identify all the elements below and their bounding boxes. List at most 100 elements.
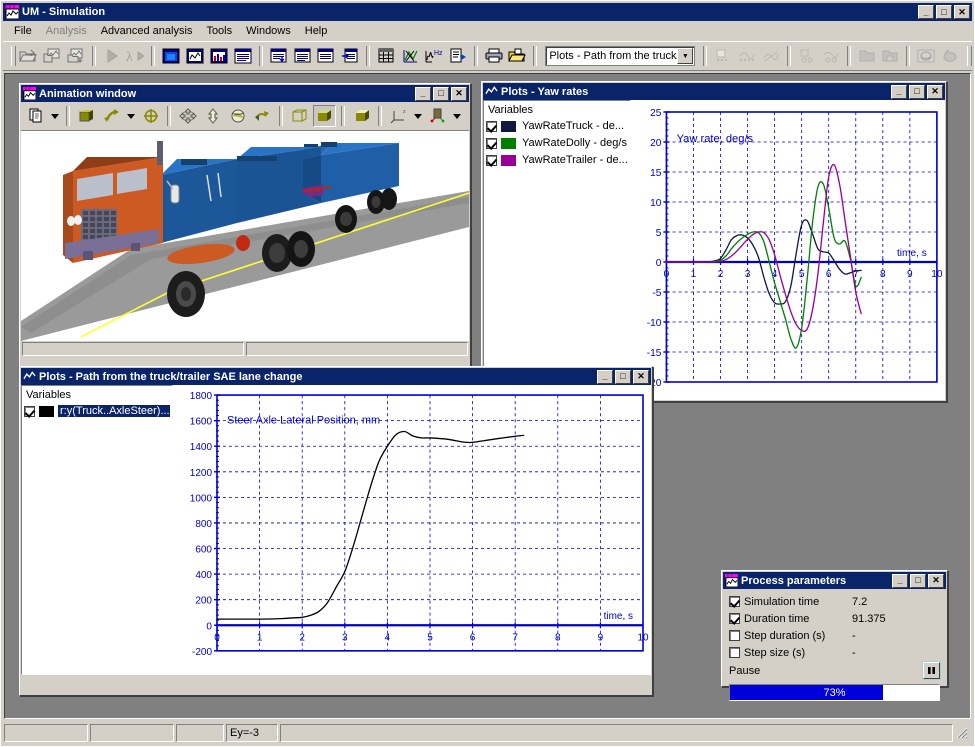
path-var-0-label[interactable]: r:y(Truck..AxleSteer)...: [58, 405, 170, 417]
path-minimize-button[interactable]: _: [597, 370, 613, 384]
table-window-icon[interactable]: [232, 45, 254, 67]
yaw-minimize-button[interactable]: _: [891, 85, 907, 99]
rotate-icon[interactable]: [226, 105, 249, 127]
scene-save-icon[interactable]: [879, 45, 901, 67]
copy-image-dropdown-icon[interactable]: [49, 105, 61, 127]
animation-minimize-button[interactable]: _: [415, 87, 431, 101]
minimize-button[interactable]: _: [918, 5, 934, 19]
axes-icon[interactable]: z: [387, 105, 410, 127]
animation-close-button[interactable]: ✕: [451, 87, 467, 101]
list-item[interactable]: YawRateDolly - deg/s: [486, 135, 628, 151]
menu-item-tools[interactable]: Tools: [199, 23, 239, 39]
statistics-icon[interactable]: [399, 45, 421, 67]
svg-text:3: 3: [745, 269, 751, 280]
yaw-var-1-checkbox[interactable]: [486, 138, 497, 149]
print-icon[interactable]: [483, 45, 505, 67]
animation-window-icon[interactable]: [160, 45, 182, 67]
list-item[interactable]: r:y(Truck..AxleSteer)...: [24, 403, 170, 419]
pan-icon[interactable]: [176, 105, 199, 127]
list-item[interactable]: YawRateTruck - de...: [486, 118, 628, 134]
animation-status-cell-2: [246, 342, 468, 356]
variable-import-icon[interactable]: [268, 45, 290, 67]
active-window-combo[interactable]: Plots - Path from the truck/t ▼: [545, 46, 695, 66]
animation-viewport[interactable]: [21, 131, 469, 341]
menu-item-file[interactable]: File: [7, 23, 39, 39]
pp-row-step-size[interactable]: Step size (s) -: [729, 644, 940, 661]
pp-step-size-checkbox[interactable]: [729, 647, 740, 658]
path-var-0-checkbox[interactable]: [24, 406, 35, 417]
menu-item-advanced-analysis[interactable]: Advanced analysis: [94, 23, 200, 39]
lighting-icon[interactable]: [426, 105, 449, 127]
close-button[interactable]: ✕: [954, 5, 970, 19]
bar-plot-window-icon[interactable]: [208, 45, 230, 67]
pp-row-duration-time[interactable]: Duration time 91.375: [729, 610, 940, 627]
steer-axle-path-chart[interactable]: -200020040060080010001200140016001800012…: [173, 385, 651, 675]
svg-text:8: 8: [555, 632, 561, 643]
menu-item-windows[interactable]: Windows: [239, 23, 298, 39]
axes-dropdown-icon[interactable]: [412, 105, 424, 127]
pp-row-simulation-time[interactable]: Simulation time 7.2: [729, 593, 940, 610]
yaw-var-2-checkbox[interactable]: [486, 155, 497, 166]
center-target-icon[interactable]: [139, 105, 162, 127]
yaw-var-2-label[interactable]: YawRateTrailer - de...: [520, 154, 628, 166]
copy-image-icon[interactable]: [24, 105, 47, 127]
save-object-icon[interactable]: [65, 45, 87, 67]
toolbar-grip-right[interactable]: [967, 46, 972, 66]
open-object-icon[interactable]: [41, 45, 63, 67]
rail-profile-icon[interactable]: [796, 45, 818, 67]
report-run-icon[interactable]: [447, 45, 469, 67]
pp-duration-time-checkbox[interactable]: [729, 613, 740, 624]
path-maximize-button[interactable]: □: [615, 370, 631, 384]
animation-maximize-button[interactable]: □: [433, 87, 449, 101]
camera-icon[interactable]: [915, 45, 937, 67]
render-mode-icon[interactable]: [100, 105, 123, 127]
yaw-rates-title: Plots - Yaw rates: [501, 86, 891, 98]
pp-step-duration-checkbox[interactable]: [729, 630, 740, 641]
rail-irregularity-icon[interactable]: [820, 45, 842, 67]
yaw-var-0-label[interactable]: YawRateTruck - de...: [520, 120, 626, 132]
resize-grip[interactable]: [955, 726, 969, 740]
lighting-dropdown-icon[interactable]: [451, 105, 463, 127]
yaw-var-0-checkbox[interactable]: [486, 121, 497, 132]
render-solid-icon[interactable]: [75, 105, 98, 127]
variable-export-icon[interactable]: [339, 45, 361, 67]
table-grid-icon[interactable]: [375, 45, 397, 67]
road-macro-icon[interactable]: [736, 45, 758, 67]
print-preview-icon[interactable]: [506, 45, 528, 67]
yaw-close-button[interactable]: ✕: [927, 85, 943, 99]
run-simulation-icon[interactable]: [101, 45, 123, 67]
chevron-down-icon[interactable]: ▼: [677, 48, 693, 64]
menu-item-help[interactable]: Help: [298, 23, 335, 39]
path-close-button[interactable]: ✕: [633, 370, 649, 384]
yaw-rates-window: Plots - Yaw rates _ □ ✕ Variables YawRat…: [481, 81, 947, 402]
lambda-run-icon[interactable]: λ: [124, 45, 146, 67]
yaw-maximize-button[interactable]: □: [909, 85, 925, 99]
vertical-move-icon[interactable]: [201, 105, 224, 127]
pp-maximize-button[interactable]: □: [910, 574, 926, 588]
pp-minimize-button[interactable]: _: [892, 574, 908, 588]
variable-list2-icon[interactable]: [315, 45, 337, 67]
yaw-var-1-label[interactable]: YawRateDolly - deg/s: [520, 137, 628, 149]
scene-open-icon[interactable]: [856, 45, 878, 67]
pause-button[interactable]: [923, 662, 940, 679]
plot-window-icon[interactable]: [184, 45, 206, 67]
variable-list-icon[interactable]: [292, 45, 314, 67]
rotate-axis-icon[interactable]: [251, 105, 274, 127]
pp-close-button[interactable]: ✕: [928, 574, 944, 588]
steer-axle-path-plot-svg: -200020040060080010001200140016001800012…: [173, 385, 651, 675]
render-mode-dropdown-icon[interactable]: [125, 105, 137, 127]
road-profile-icon[interactable]: [712, 45, 734, 67]
yaw-rates-chart[interactable]: -20-15-10-50510152025012345678910Yaw rat…: [631, 100, 945, 400]
toolbar-grip[interactable]: [11, 46, 16, 66]
capture-icon[interactable]: [939, 45, 961, 67]
open-file-icon[interactable]: [17, 45, 39, 67]
shaded-box-icon[interactable]: [350, 105, 373, 127]
maximize-button[interactable]: □: [936, 5, 952, 19]
road-irregularity-icon[interactable]: [760, 45, 782, 67]
pp-simulation-time-checkbox[interactable]: [729, 596, 740, 607]
pp-row-step-duration[interactable]: Step duration (s) -: [729, 627, 940, 644]
solid-box-icon[interactable]: [313, 105, 336, 127]
list-item[interactable]: YawRateTrailer - de...: [486, 152, 628, 168]
wireframe-box-icon[interactable]: [288, 105, 311, 127]
frequency-hz-icon[interactable]: Hz: [423, 45, 445, 67]
